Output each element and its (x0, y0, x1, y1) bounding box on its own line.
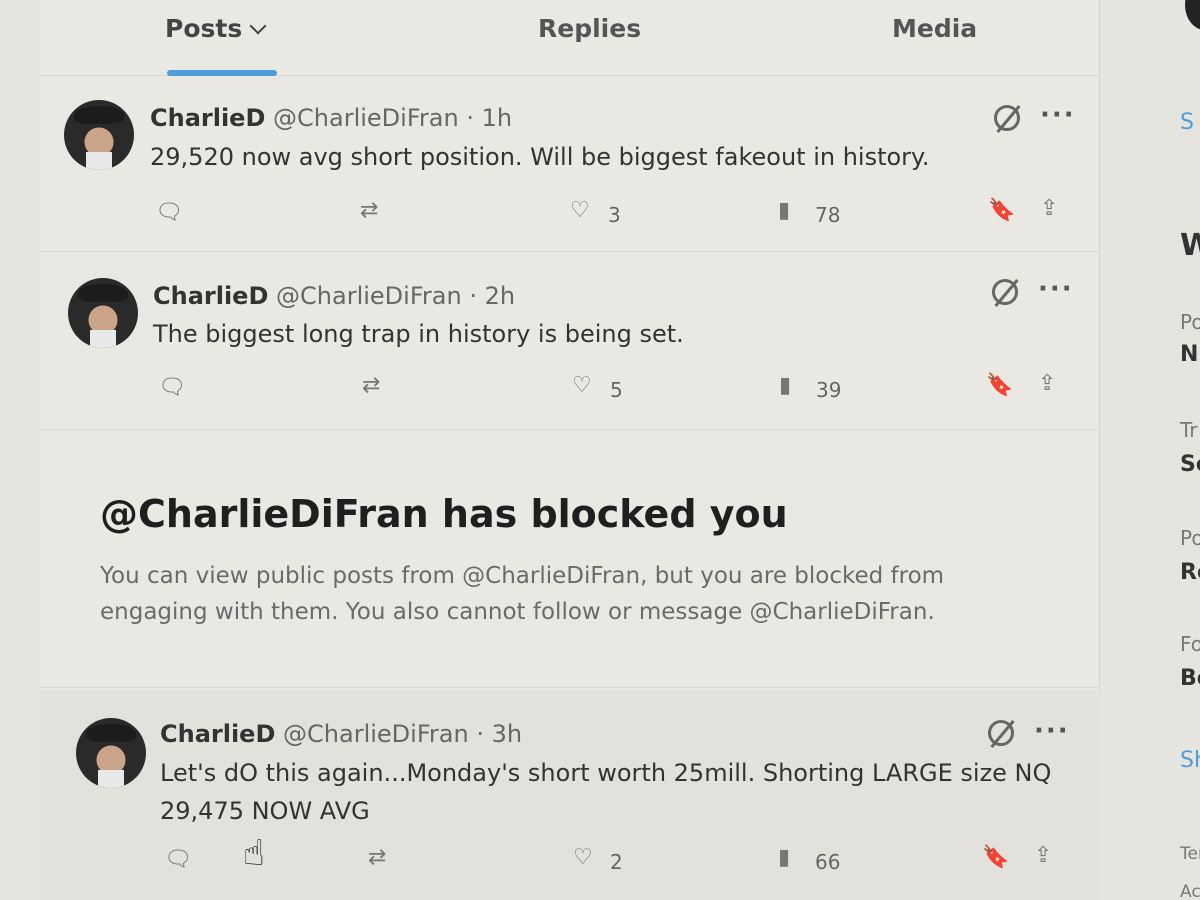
sidebar-avatar[interactable] (1185, 0, 1200, 30)
post-header: CharlieD @CharlieDiFran · 1h (150, 104, 512, 132)
reply-icon[interactable]: 🗨 (158, 375, 186, 400)
sidebar-label: Po (1180, 310, 1200, 334)
grok-icon[interactable] (994, 105, 1020, 131)
active-tab-indicator (167, 70, 277, 76)
sidebar-show-more[interactable]: Sh (1180, 748, 1200, 773)
avatar[interactable] (68, 278, 138, 348)
profile-tabs: Posts Replies Media (40, 0, 1100, 76)
grok-icon[interactable] (988, 720, 1014, 746)
sidebar-footer-link[interactable]: Ter (1180, 844, 1200, 864)
author-name[interactable]: CharlieD (160, 720, 275, 748)
tab-media[interactable]: Media (892, 14, 977, 43)
more-icon[interactable]: ··· (1040, 100, 1076, 130)
views-icon[interactable]: ▮ (779, 373, 791, 398)
like-icon[interactable]: ♡ (570, 198, 590, 223)
post-time[interactable]: 1h (482, 104, 512, 132)
grok-icon[interactable] (992, 279, 1018, 305)
post-text: The biggest long trap in history is bein… (153, 320, 684, 348)
author-name[interactable]: CharlieD (153, 282, 268, 310)
post[interactable]: CharlieD @CharlieDiFran · 2h ··· The big… (40, 254, 1100, 430)
blocked-notice: @CharlieDiFran has blocked you You can v… (40, 430, 1100, 688)
post-text-line1: Let's dO this again...Monday's short wor… (160, 759, 1052, 787)
author-name[interactable]: CharlieD (150, 104, 265, 132)
post-header: CharlieD @CharlieDiFran · 2h (153, 282, 515, 310)
share-icon[interactable]: ⇪ (1038, 371, 1056, 396)
sidebar-value[interactable]: N (1180, 342, 1198, 367)
like-count: 3 (608, 203, 621, 227)
author-handle[interactable]: @CharlieDiFran (273, 104, 459, 132)
post-time[interactable]: 2h (485, 282, 515, 310)
more-icon[interactable]: ··· (1038, 274, 1074, 304)
post-text: Let's dO this again...Monday's short wor… (160, 754, 1051, 830)
chevron-down-icon (249, 17, 267, 35)
reply-icon[interactable]: 🗨 (155, 200, 183, 225)
sidebar-value[interactable]: Re (1180, 560, 1200, 585)
sidebar-value[interactable]: Se (1180, 452, 1200, 477)
bookmark-icon[interactable]: 🔖 (982, 845, 1009, 870)
views-icon[interactable]: ▮ (778, 198, 790, 223)
views-icon[interactable]: ▮ (778, 845, 790, 870)
right-sidebar: S W Po N Tr Se Po Re Fo Bo Sh Ter Acc (1155, 0, 1200, 900)
repost-icon[interactable]: ⇄ (362, 373, 380, 398)
sidebar-label: Po (1180, 526, 1200, 550)
post-text: 29,520 now avg short position. Will be b… (150, 143, 930, 171)
hand-cursor-icon: ☝ (243, 833, 265, 874)
share-icon[interactable]: ⇪ (1040, 196, 1058, 221)
view-count: 78 (815, 203, 841, 227)
sidebar-footer-link[interactable]: Acc (1180, 882, 1200, 900)
blocked-description-line1: You can view public posts from @CharlieD… (100, 563, 945, 589)
post-text-line2: 29,475 NOW AVG (160, 797, 370, 825)
sidebar-value[interactable]: Bo (1180, 666, 1200, 691)
reply-icon[interactable]: 🗨 (164, 847, 192, 872)
like-count: 2 (610, 850, 623, 874)
author-handle[interactable]: @CharlieDiFran (276, 282, 462, 310)
separator: · (469, 282, 477, 310)
view-count: 39 (816, 378, 842, 402)
tab-posts[interactable]: Posts (165, 14, 267, 43)
like-icon[interactable]: ♡ (573, 845, 593, 870)
sidebar-label: Fo (1180, 632, 1200, 656)
separator: · (466, 104, 474, 132)
sidebar-label: Tr (1180, 418, 1198, 442)
sidebar-link[interactable]: S (1180, 110, 1194, 135)
like-icon[interactable]: ♡ (572, 373, 592, 398)
post-header: CharlieD @CharlieDiFran · 3h (160, 720, 522, 748)
tab-replies[interactable]: Replies (538, 14, 641, 43)
more-icon[interactable]: ··· (1034, 716, 1070, 746)
like-count: 5 (610, 378, 623, 402)
post[interactable]: CharlieD @CharlieDiFran · 3h ··· Let's d… (40, 690, 1100, 900)
post-time[interactable]: 3h (492, 720, 522, 748)
sidebar-heading: W (1180, 228, 1200, 263)
author-handle[interactable]: @CharlieDiFran (283, 720, 469, 748)
avatar[interactable] (76, 718, 146, 788)
bookmark-icon[interactable]: 🔖 (988, 198, 1015, 223)
blocked-description-line2: engaging with them. You also cannot foll… (100, 599, 935, 625)
tab-posts-label: Posts (165, 14, 243, 43)
view-count: 66 (815, 850, 841, 874)
post[interactable]: CharlieD @CharlieDiFran · 1h ··· 29,520 … (40, 78, 1100, 252)
bookmark-icon[interactable]: 🔖 (986, 373, 1013, 398)
repost-icon[interactable]: ⇄ (368, 845, 386, 870)
timeline: Posts Replies Media CharlieD @CharlieDiF… (40, 0, 1100, 900)
avatar[interactable] (64, 100, 134, 170)
blocked-description: You can view public posts from @CharlieD… (100, 558, 1000, 630)
repost-icon[interactable]: ⇄ (360, 198, 378, 223)
blocked-title: @CharlieDiFran has blocked you (100, 492, 788, 536)
share-icon[interactable]: ⇪ (1034, 843, 1052, 868)
separator: · (476, 720, 484, 748)
